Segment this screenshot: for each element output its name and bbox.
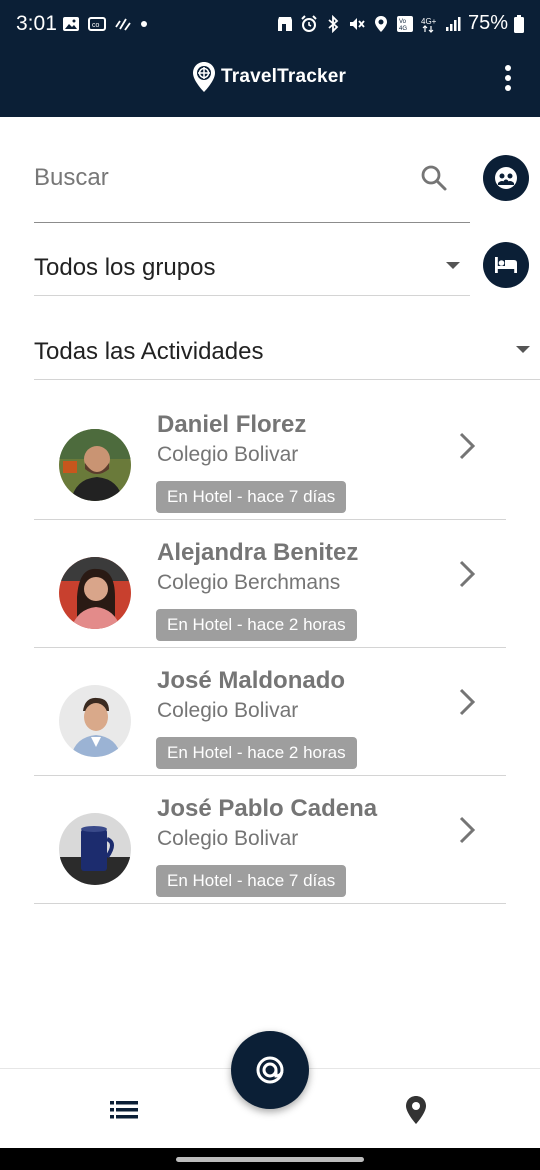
status-bar: 3:01 co Vo 4G 4G+ 75% bbox=[0, 0, 540, 50]
status-badge: En Hotel - hace 2 horas bbox=[156, 737, 357, 769]
store-icon bbox=[277, 16, 292, 31]
chevron-right-icon bbox=[459, 688, 476, 716]
activity-dropdown[interactable]: Todas las Actividades bbox=[34, 322, 540, 380]
bluetooth-icon bbox=[328, 14, 339, 33]
svg-text:co: co bbox=[92, 22, 100, 29]
chevron-right-icon bbox=[459, 432, 476, 460]
list-item[interactable]: José Maldonado Colegio Bolivar En Hotel … bbox=[34, 648, 506, 776]
avatar bbox=[59, 685, 131, 757]
app-header: 3:01 co Vo 4G 4G+ 75% TravelTracker bbox=[0, 0, 540, 117]
list-icon[interactable] bbox=[110, 1101, 138, 1119]
battery-icon bbox=[514, 14, 524, 33]
group-filter-button[interactable] bbox=[483, 155, 529, 201]
track-fab-button[interactable] bbox=[231, 1031, 309, 1109]
search-input[interactable] bbox=[34, 162, 414, 194]
group-dropdown-value: Todos los grupos bbox=[34, 254, 216, 281]
volte-icon: Vo4G bbox=[396, 15, 413, 32]
vibrate-icon bbox=[115, 18, 131, 31]
avatar bbox=[59, 557, 131, 629]
system-nav-bar bbox=[0, 1148, 540, 1170]
status-badge: En Hotel - hace 7 días bbox=[156, 865, 347, 897]
4g-icon: 4G+ bbox=[421, 17, 437, 33]
hotel-filter-button[interactable] bbox=[483, 242, 529, 288]
home-indicator[interactable] bbox=[176, 1157, 364, 1162]
signal-icon bbox=[445, 16, 461, 31]
search-icon[interactable] bbox=[420, 164, 448, 192]
status-left-icons: co bbox=[62, 15, 148, 33]
activity-dropdown-value: Todas las Actividades bbox=[34, 338, 264, 365]
status-right-icons: Vo 4G 4G+ 75% bbox=[276, 12, 524, 35]
more-vert-icon[interactable] bbox=[500, 64, 516, 92]
person-school: Colegio Bolivar bbox=[157, 827, 299, 850]
location-icon bbox=[374, 15, 387, 32]
battery-percent: 75% bbox=[467, 12, 508, 34]
dot-icon bbox=[141, 21, 147, 27]
svg-text:Vo: Vo bbox=[399, 19, 407, 25]
avatar bbox=[59, 813, 131, 885]
person-name: José Pablo Cadena bbox=[157, 795, 378, 822]
person-name: José Maldonado bbox=[157, 667, 346, 694]
at-target-icon bbox=[256, 1056, 284, 1084]
status-badge: En Hotel - hace 7 días bbox=[156, 481, 347, 513]
person-name: Alejandra Benitez bbox=[157, 539, 359, 566]
dropdown-arrow-icon bbox=[516, 346, 530, 353]
person-school: Colegio Berchmans bbox=[157, 571, 341, 594]
image-icon bbox=[63, 17, 79, 31]
avatar bbox=[59, 429, 131, 501]
alarm-icon bbox=[301, 14, 317, 32]
app-logo: TravelTracker bbox=[192, 61, 346, 93]
svg-text:4G+: 4G+ bbox=[421, 17, 437, 26]
app-title: TravelTracker bbox=[221, 66, 347, 87]
person-school: Colegio Bolivar bbox=[157, 699, 299, 722]
bed-icon bbox=[495, 257, 517, 273]
person-school: Colegio Bolivar bbox=[157, 443, 299, 466]
list-item[interactable]: Daniel Florez Colegio Bolivar En Hotel -… bbox=[34, 392, 506, 520]
status-badge: En Hotel - hace 2 horas bbox=[156, 609, 357, 641]
logo-pin-icon bbox=[193, 62, 215, 92]
list-item[interactable]: Alejandra Benitez Colegio Berchmans En H… bbox=[34, 520, 506, 648]
list-item[interactable]: José Pablo Cadena Colegio Bolivar En Hot… bbox=[34, 776, 506, 904]
people-list: Daniel Florez Colegio Bolivar En Hotel -… bbox=[34, 392, 506, 904]
status-time: 3:01 bbox=[16, 12, 57, 35]
group-dropdown[interactable]: Todos los grupos bbox=[34, 238, 470, 296]
cast-icon: co bbox=[88, 17, 106, 31]
chevron-right-icon bbox=[459, 560, 476, 588]
svg-text:4G: 4G bbox=[399, 26, 407, 32]
groups-icon bbox=[495, 167, 517, 189]
person-name: Daniel Florez bbox=[157, 411, 307, 438]
map-pin-icon[interactable] bbox=[404, 1095, 428, 1125]
search-field bbox=[34, 150, 470, 223]
dropdown-arrow-icon bbox=[446, 262, 460, 269]
mute-icon bbox=[349, 17, 365, 30]
chevron-right-icon bbox=[459, 816, 476, 844]
